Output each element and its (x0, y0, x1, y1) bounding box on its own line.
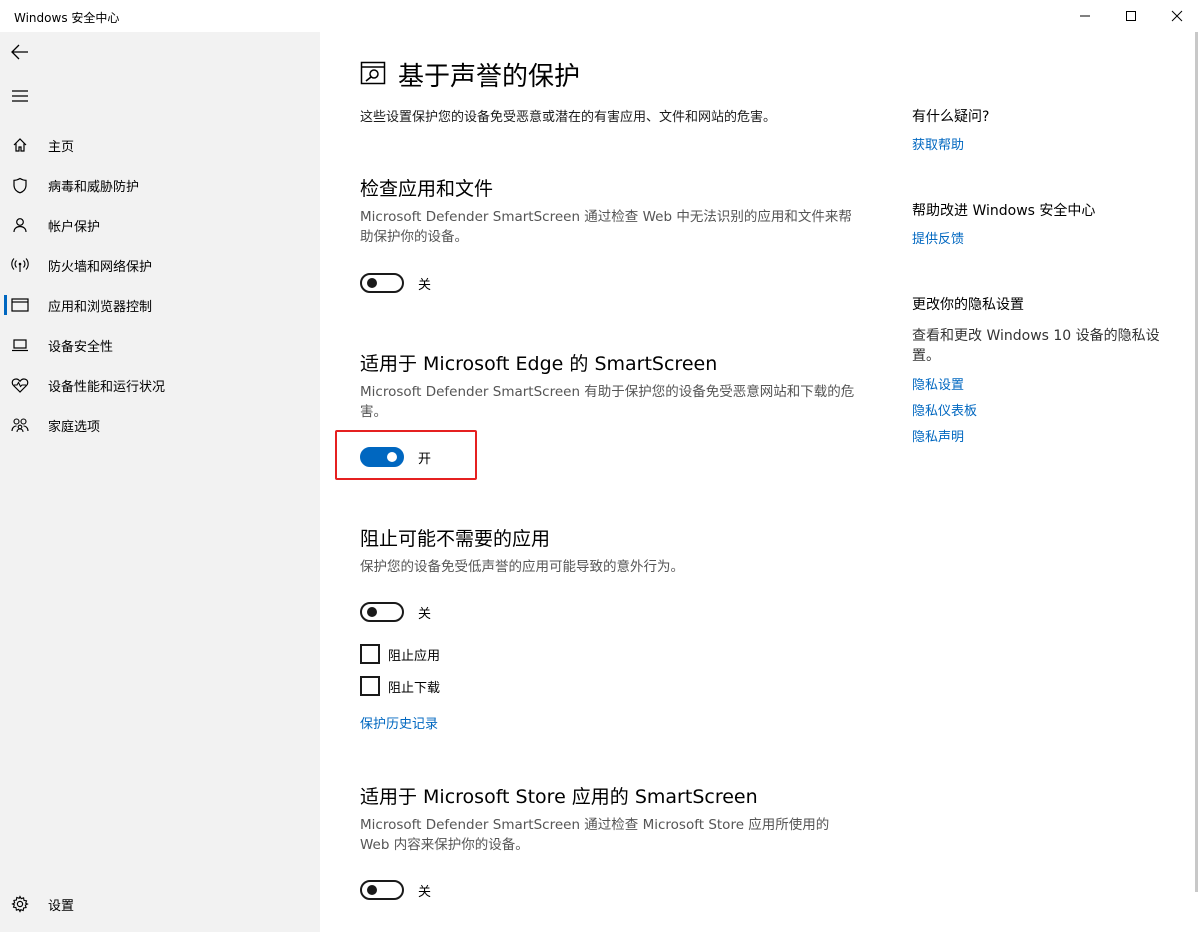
protection-history-link[interactable]: 保护历史记录 (360, 713, 438, 732)
pua-toggle[interactable] (360, 602, 404, 622)
back-button[interactable] (0, 32, 40, 72)
person-icon (0, 205, 40, 245)
question-heading: 有什么疑问? (912, 109, 990, 125)
close-button[interactable] (1154, 0, 1200, 32)
sidebar-item-device-performance[interactable]: 设备性能和运行状况 (0, 365, 320, 405)
maximize-button[interactable] (1108, 0, 1154, 32)
window-title: Windows 安全中心 (14, 11, 120, 25)
section-title-pua-blocking: 阻止可能不需要的应用 (360, 528, 551, 550)
app-window-icon (0, 285, 40, 325)
section-title-store-smartscreen: 适用于 Microsoft Store 应用的 SmartScreen (360, 786, 758, 808)
pua-toggle-label: 关 (418, 606, 432, 622)
get-help-link[interactable]: 获取帮助 (912, 134, 964, 153)
privacy-dashboard-link[interactable]: 隐私仪表板 (912, 400, 977, 419)
edge-smartscreen-toggle-row[interactable]: 开 (360, 447, 431, 467)
section-title-edge-smartscreen: 适用于 Microsoft Edge 的 SmartScreen (360, 353, 718, 375)
sidebar-item-account-protection[interactable]: 帐户保护 (0, 205, 320, 245)
sidebar-item-firewall[interactable]: 防火墙和网络保护 (0, 245, 320, 285)
block-apps-checkbox-row[interactable]: 阻止应用 (360, 644, 440, 664)
title-bar: Windows 安全中心 (0, 0, 1200, 32)
sidebar-item-label: 设备安全性 (48, 339, 114, 355)
section-description-store-smartscreen: Microsoft Defender SmartScreen 通过检查 Micr… (360, 817, 830, 853)
section-description-check-apps: Microsoft Defender SmartScreen 通过检查 Web … (360, 209, 852, 245)
improve-heading: 帮助改进 Windows 安全中心 (912, 203, 1096, 219)
shield-icon (0, 165, 40, 205)
sidebar-item-label: 防火墙和网络保护 (48, 259, 153, 275)
hamburger-icon (12, 90, 28, 102)
sidebar-item-label: 家庭选项 (48, 419, 101, 435)
section-description-edge-smartscreen: Microsoft Defender SmartScreen 有助于保护您的设备… (360, 384, 855, 420)
store-smartscreen-toggle-label: 关 (418, 884, 432, 900)
store-smartscreen-toggle[interactable] (360, 880, 404, 900)
sidebar-item-label: 主页 (48, 139, 75, 155)
pua-toggle-row[interactable]: 关 (360, 602, 431, 622)
sidebar-item-label: 帐户保护 (48, 219, 101, 235)
sidebar-item-label: 病毒和威胁防护 (48, 179, 140, 195)
main-content: 基于声誉的保护 这些设置保护您的设备免受恶意或潜在的有害应用、文件和网站的危害。… (320, 32, 1200, 932)
scrollbar[interactable] (1195, 32, 1198, 892)
block-apps-label: 阻止应用 (388, 648, 441, 664)
check-apps-toggle-row[interactable]: 关 (360, 273, 431, 293)
sidebar: 主页 病毒和威胁防护 帐户保护 防火墙和网络保护 应用和浏览器控制 设备安全性 (0, 32, 320, 932)
sidebar-item-settings[interactable]: 设置 (0, 884, 320, 924)
close-icon (1171, 10, 1183, 22)
laptop-icon (0, 325, 40, 365)
maximize-icon (1126, 11, 1136, 21)
section-title-check-apps: 检查应用和文件 (360, 178, 494, 200)
family-icon (0, 405, 40, 445)
gear-icon (0, 884, 40, 924)
privacy-statement-link[interactable]: 隐私声明 (912, 426, 964, 445)
sidebar-item-virus-protection[interactable]: 病毒和威胁防护 (0, 165, 320, 205)
privacy-settings-link[interactable]: 隐私设置 (912, 374, 964, 393)
privacy-text: 查看和更改 Windows 10 设备的隐私设置。 (912, 328, 1160, 364)
minimize-icon (1080, 15, 1090, 17)
minimize-button[interactable] (1062, 0, 1108, 32)
sidebar-item-label: 应用和浏览器控制 (48, 299, 153, 315)
page-title: 基于声誉的保护 (398, 62, 581, 92)
edge-smartscreen-toggle[interactable] (360, 447, 404, 467)
block-downloads-checkbox[interactable] (360, 676, 380, 696)
feedback-link[interactable]: 提供反馈 (912, 228, 964, 247)
sidebar-item-home[interactable]: 主页 (0, 125, 320, 165)
block-apps-checkbox[interactable] (360, 644, 380, 664)
sidebar-item-label: 设置 (48, 898, 75, 914)
back-arrow-icon (11, 44, 28, 60)
privacy-heading: 更改你的隐私设置 (912, 297, 1024, 313)
sidebar-item-label: 设备性能和运行状况 (48, 379, 166, 395)
page-header: 基于声誉的保护 (360, 56, 580, 93)
check-apps-toggle-label: 关 (418, 277, 432, 293)
reputation-protection-icon (360, 60, 386, 90)
sidebar-item-app-browser-control[interactable]: 应用和浏览器控制 (0, 285, 320, 325)
page-description: 这些设置保护您的设备免受恶意或潜在的有害应用、文件和网站的危害。 (360, 110, 777, 125)
home-icon (0, 125, 40, 165)
section-description-pua-blocking: 保护您的设备免受低声誉的应用可能导致的意外行为。 (360, 559, 684, 575)
heart-pulse-icon (0, 365, 40, 405)
check-apps-toggle[interactable] (360, 273, 404, 293)
menu-button[interactable] (0, 76, 40, 116)
sidebar-item-device-security[interactable]: 设备安全性 (0, 325, 320, 365)
block-downloads-checkbox-row[interactable]: 阻止下载 (360, 676, 440, 696)
sidebar-item-family-options[interactable]: 家庭选项 (0, 405, 320, 445)
block-downloads-label: 阻止下载 (388, 680, 441, 696)
edge-smartscreen-toggle-label: 开 (418, 451, 432, 467)
antenna-icon (0, 245, 40, 285)
store-smartscreen-toggle-row[interactable]: 关 (360, 880, 431, 900)
